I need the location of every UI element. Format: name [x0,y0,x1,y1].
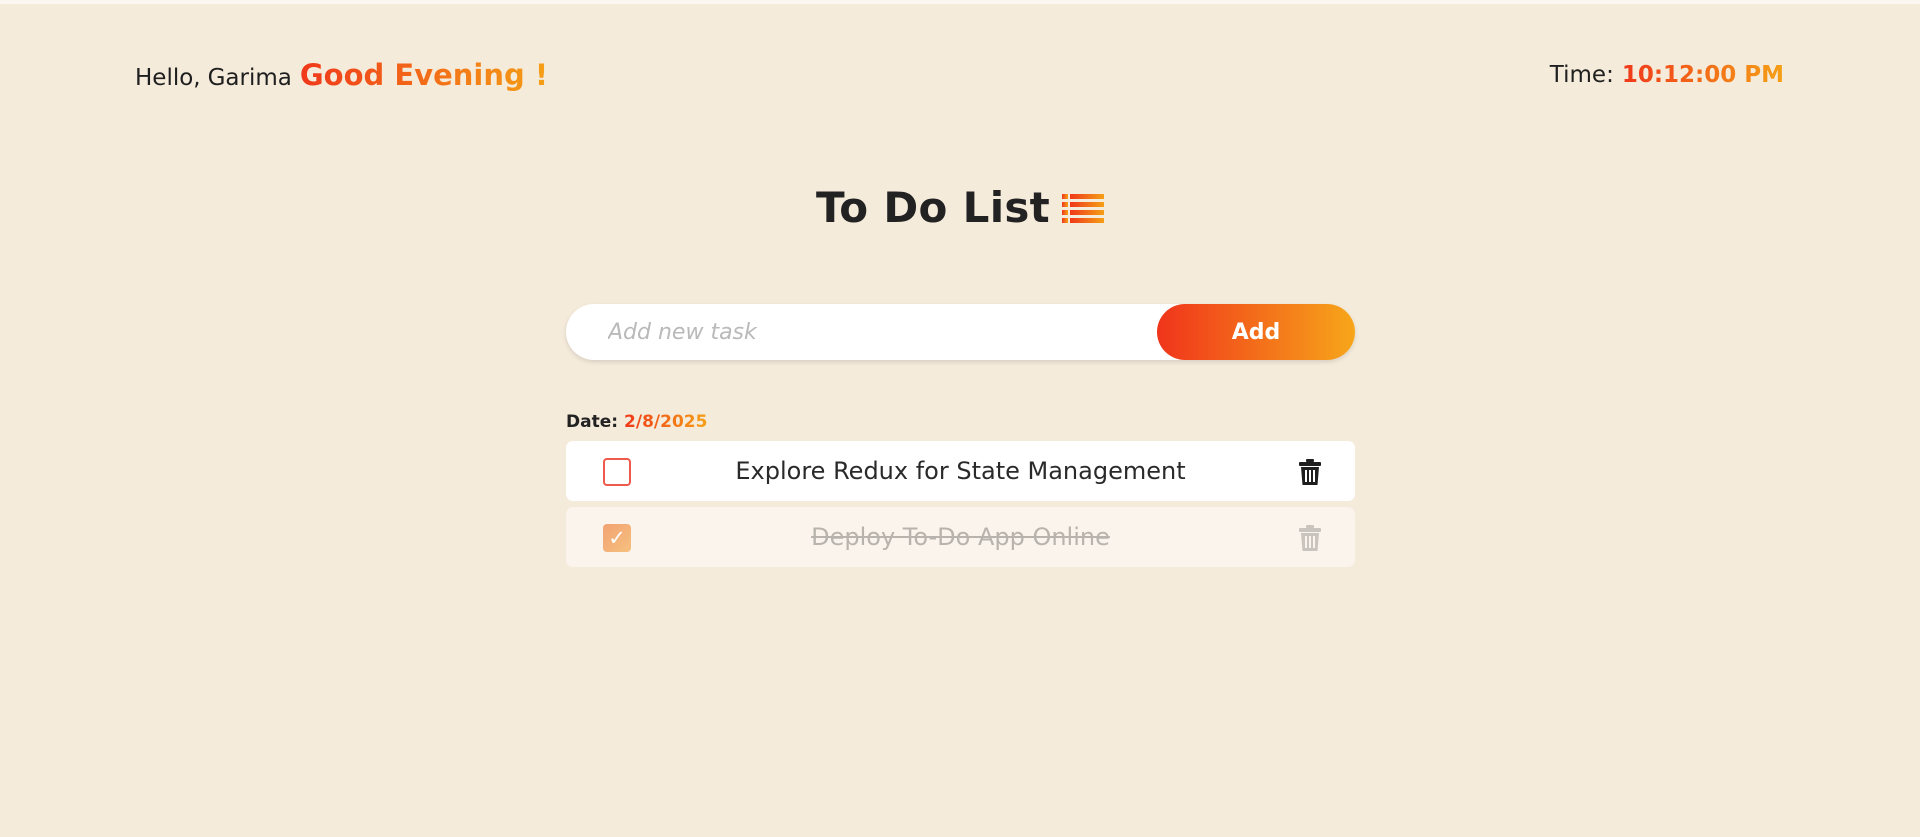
period-greeting: Good Evening ! [299,58,549,92]
task-text: Deploy To-Do App Online [811,523,1110,551]
time-label: Time: [1549,62,1614,88]
new-task-input[interactable] [566,304,1157,360]
top-border [0,0,1920,4]
task-checkbox-checked[interactable]: ✓ [603,524,631,552]
clock: Time: 10:12:00 PM [1550,62,1784,88]
trash-icon[interactable] [1299,525,1321,551]
greeting-prefix: Hello, [135,65,201,91]
task-checkbox[interactable] [603,458,631,486]
task-text: Explore Redux for State Management [735,457,1186,485]
time-value: 10:12:00 PM [1621,62,1784,88]
checkmark-icon: ✓ [608,526,626,550]
trash-icon[interactable] [1299,459,1321,485]
add-button[interactable]: Add [1157,304,1355,360]
list-icon [1062,190,1105,226]
date-row: Date: 2/8/2025 [566,412,707,432]
greeting: Hello, Garima Good Evening ! [135,58,548,92]
task-item-completed: ✓ Deploy To-Do App Online [566,507,1355,567]
add-task-form: Add [566,304,1355,360]
task-list: Explore Redux for State Management ✓ Dep… [566,441,1355,573]
date-label: Date: [566,412,619,432]
page-title-text: To Do List [815,183,1051,232]
page-title: To Do List [0,183,1920,232]
task-item: Explore Redux for State Management [566,441,1355,501]
user-name: Garima [207,65,292,91]
date-value: 2/8/2025 [624,412,708,432]
